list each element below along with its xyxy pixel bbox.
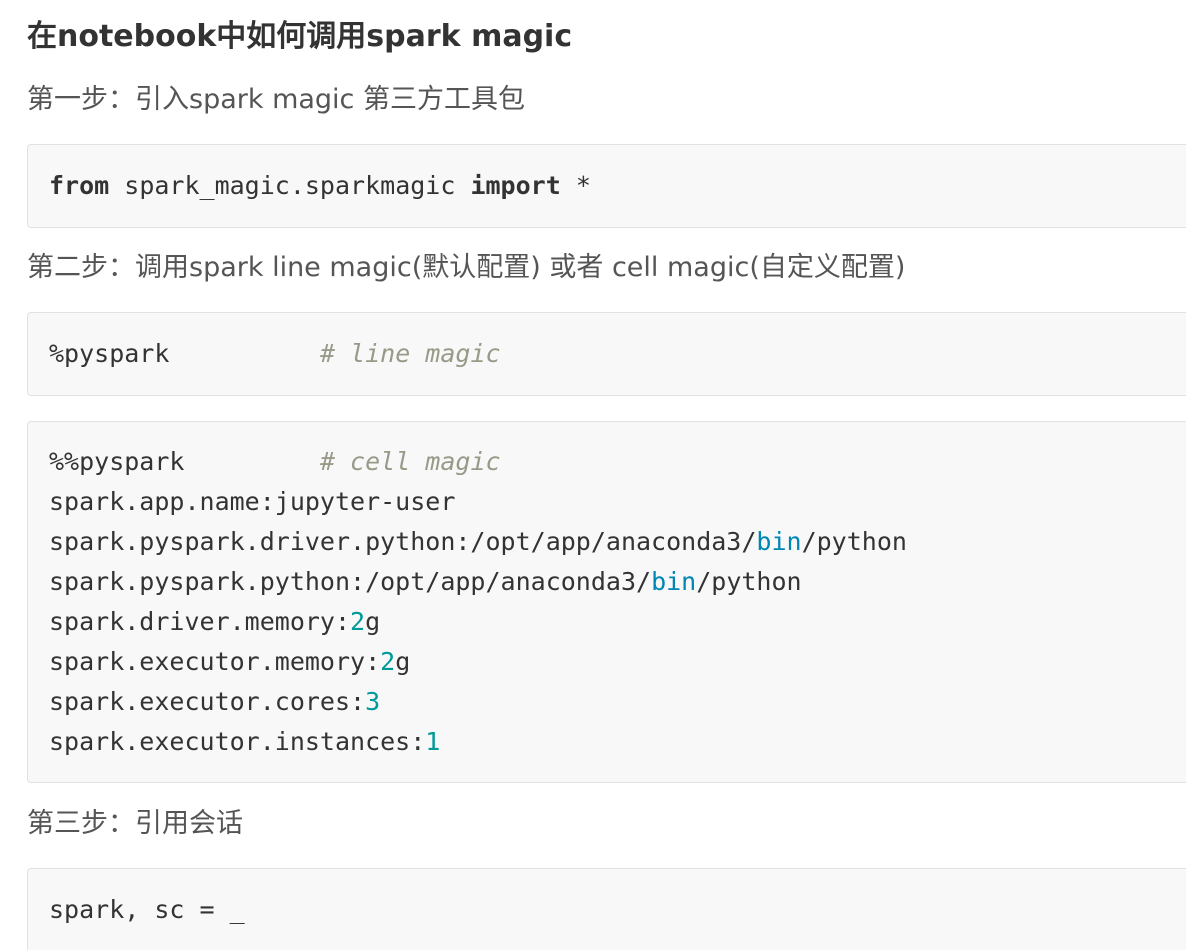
code-comment: # cell magic: [319, 447, 501, 476]
number-literal: 2: [380, 647, 396, 676]
cell-magic-command: %%pyspark: [49, 447, 185, 476]
config-driver-python-tail: /python: [801, 527, 907, 556]
unit-suffix: g: [395, 647, 411, 676]
config-python: spark.pyspark.python:/opt/app/anaconda3/: [49, 567, 652, 596]
page-title: 在notebook中如何调用spark magic: [27, 19, 573, 54]
code-block-import[interactable]: from spark_magic.sparkmagic import *: [27, 144, 1186, 228]
step-1-text: 第一步：引入spark magic 第三方工具包: [27, 84, 525, 115]
step-2-text: 第二步：调用spark line magic(默认配置) 或者 cell mag…: [27, 252, 906, 283]
step-3-text: 第三步：引用会话: [27, 808, 243, 839]
code-block-line-magic[interactable]: %pyspark # line magic: [27, 312, 1186, 396]
builtin-bin: bin: [651, 567, 697, 596]
import-wildcard: *: [560, 171, 591, 200]
keyword-import: import: [470, 171, 561, 200]
config-executor-memory: spark.executor.memory:: [49, 647, 381, 676]
config-executor-cores: spark.executor.cores:: [49, 687, 366, 716]
config-python-tail: /python: [696, 567, 802, 596]
config-app-name: spark.app.name:jupyter-user: [49, 487, 456, 516]
unit-suffix: g: [365, 607, 381, 636]
builtin-bin: bin: [756, 527, 802, 556]
config-executor-instances: spark.executor.instances:: [49, 727, 426, 756]
code-spacing: [184, 447, 319, 476]
keyword-from: from: [49, 171, 110, 200]
session-assignment: spark, sc = _: [49, 895, 245, 924]
code-comment: # line magic: [319, 339, 501, 368]
code-block-session[interactable]: spark, sc = _: [27, 868, 1186, 950]
code-spacing: [169, 339, 320, 368]
line-magic-command: %pyspark: [49, 339, 170, 368]
number-literal: 3: [365, 687, 381, 716]
config-driver-memory: spark.driver.memory:: [49, 607, 351, 636]
document-page: 在notebook中如何调用spark magic 第一步：引入spark ma…: [0, 0, 1186, 950]
config-driver-python: spark.pyspark.driver.python:/opt/app/ana…: [49, 527, 757, 556]
code-block-cell-magic[interactable]: %%pyspark # cell magic spark.app.name:ju…: [27, 421, 1186, 783]
number-literal: 2: [350, 607, 366, 636]
number-literal: 1: [425, 727, 441, 756]
module-path: spark_magic.sparkmagic: [109, 171, 471, 200]
